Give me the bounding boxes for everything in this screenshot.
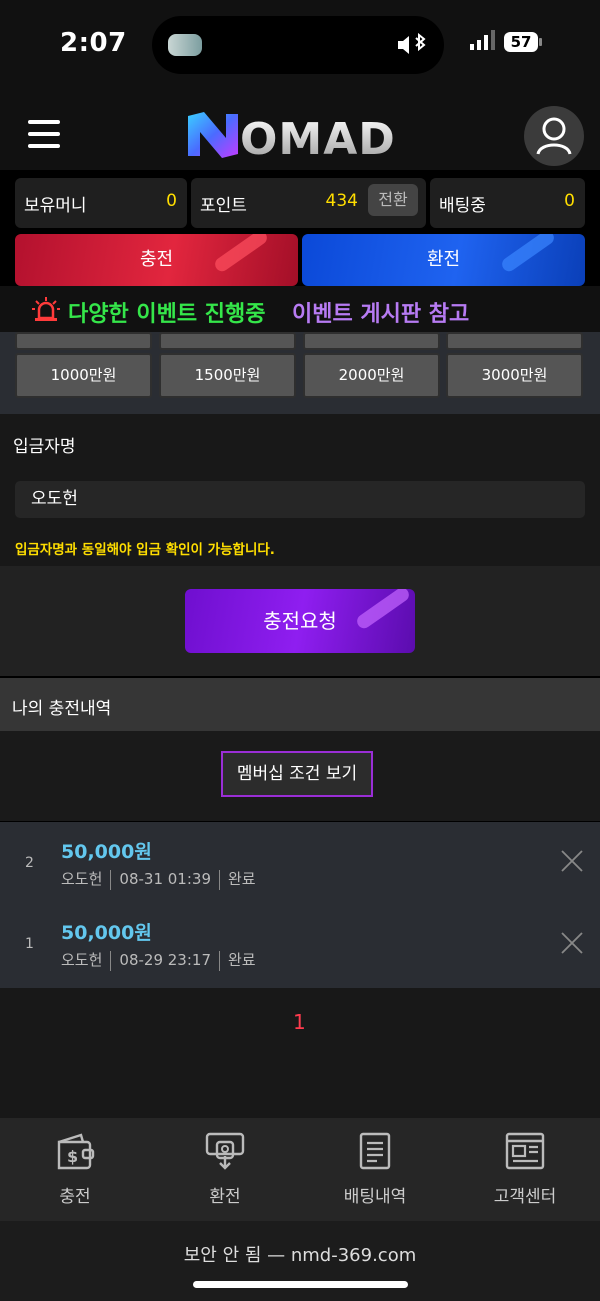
- row-date: 08-31 01:39: [119, 870, 211, 888]
- svg-text:$: $: [67, 1147, 78, 1166]
- deposit-button[interactable]: 충전: [15, 234, 298, 286]
- event-notice: 다양한 이벤트 진행중 이벤트 게시판 참고: [0, 286, 600, 332]
- deposit-request-label: 충전요청: [263, 609, 337, 633]
- browser-url[interactable]: 보안 안 됨 — nmd-369.com: [0, 1241, 600, 1267]
- dynamic-island: [152, 16, 444, 74]
- depositor-warning: 입금자명과 동일해야 입금 확인이 가능합니다.: [15, 542, 275, 558]
- event-board-link[interactable]: 이벤트 게시판 참고: [292, 296, 469, 328]
- amount-button-hidden[interactable]: [446, 332, 583, 350]
- row-number: 1: [25, 936, 34, 952]
- amount-button-hidden[interactable]: [159, 332, 296, 350]
- request-area: 충전요청: [0, 566, 600, 676]
- nav-customer-center[interactable]: 고객센터: [450, 1118, 600, 1221]
- page-current[interactable]: 1: [293, 1010, 306, 1034]
- row-status: 완료: [228, 870, 256, 888]
- bottom-nav: $ 충전 환전 배팅내역 고객센터: [0, 1118, 600, 1221]
- wallet-betting: 배팅중 0: [430, 178, 585, 228]
- money-value: 0: [166, 191, 177, 211]
- site-header: OMAD: [0, 90, 600, 170]
- row-meta: 오도헌 08-29 23:17 완료: [61, 949, 256, 971]
- wallet-dollar-icon: $: [57, 1133, 95, 1170]
- deposit-label: 충전: [139, 249, 174, 270]
- history-row: 2 50,000원 오도헌 08-31 01:39 완료: [0, 822, 600, 905]
- battery-icon: 57: [504, 30, 544, 54]
- amount-section: 1000만원 1500만원 2000만원 3000만원: [0, 332, 600, 414]
- row-name: 오도헌: [61, 870, 103, 888]
- logo-text: OMAD: [240, 114, 396, 160]
- delete-icon[interactable]: [560, 931, 584, 955]
- amount-button-hidden[interactable]: [303, 332, 440, 350]
- history-row: 1 50,000원 오도헌 08-29 23:17 완료: [0, 905, 600, 988]
- nav-deposit[interactable]: $ 충전: [0, 1118, 150, 1221]
- row-amount: 50,000원: [61, 922, 152, 944]
- browser-url-bar[interactable]: 보안 안 됨 — nmd-369.com: [0, 1221, 600, 1301]
- nav-deposit-label: 충전: [59, 1187, 91, 1207]
- nav-betting-history-label: 배팅내역: [343, 1187, 407, 1207]
- money-label: 보유머니: [24, 196, 87, 216]
- cellular-signal-icon: [470, 30, 495, 50]
- status-bar: 2:07 57: [0, 0, 600, 90]
- betting-value: 0: [564, 191, 575, 211]
- document-list-icon: [359, 1132, 391, 1170]
- nav-withdraw-label: 환전: [209, 1187, 241, 1207]
- atm-withdraw-icon: [205, 1132, 245, 1170]
- nav-withdraw[interactable]: 환전: [150, 1118, 300, 1221]
- row-date: 08-29 23:17: [119, 951, 211, 969]
- amount-button-hidden[interactable]: [15, 332, 152, 350]
- amount-button-1000[interactable]: 1000만원: [15, 353, 152, 398]
- row-meta: 오도헌 08-31 01:39 완료: [61, 868, 256, 890]
- row-name: 오도헌: [61, 951, 103, 969]
- withdraw-label: 환전: [426, 249, 461, 270]
- nav-betting-history[interactable]: 배팅내역: [300, 1118, 450, 1221]
- status-time: 2:07: [60, 28, 127, 58]
- amount-button-3000[interactable]: 3000만원: [446, 353, 583, 398]
- user-avatar-icon[interactable]: [524, 106, 584, 166]
- withdraw-button[interactable]: 환전: [302, 234, 585, 286]
- membership-conditions-button[interactable]: 멤버십 조건 보기: [221, 751, 373, 797]
- depositor-section: 입금자명 오도헌 입금자명과 동일해야 입금 확인이 가능합니다.: [0, 414, 600, 566]
- convert-point-button[interactable]: 전환: [368, 184, 418, 216]
- siren-icon: [32, 297, 60, 321]
- menu-icon[interactable]: [28, 120, 60, 148]
- depositor-name-field[interactable]: 오도헌: [15, 481, 585, 518]
- point-label: 포인트: [200, 196, 247, 216]
- history-list: 2 50,000원 오도헌 08-31 01:39 완료 1 50,000원 오도헌…: [0, 822, 600, 988]
- amount-button-1500[interactable]: 1500만원: [159, 353, 296, 398]
- deposit-request-button[interactable]: 충전요청: [185, 589, 415, 653]
- battery-level: 57: [510, 33, 532, 51]
- pagination: 1: [0, 988, 600, 1118]
- wallet-money: 보유머니 0: [15, 178, 187, 228]
- row-status: 완료: [228, 951, 256, 969]
- betting-label: 배팅중: [439, 196, 486, 216]
- speaker-bluetooth-icon: [398, 33, 426, 54]
- event-notice-text: 다양한 이벤트 진행중: [68, 302, 266, 327]
- now-playing-thumbnail: [168, 34, 202, 56]
- amount-button-2000[interactable]: 2000만원: [303, 353, 440, 398]
- depositor-label: 입금자명: [13, 437, 76, 457]
- nav-customer-center-label: 고객센터: [493, 1187, 557, 1207]
- history-title: 나의 충전내역: [12, 699, 112, 719]
- point-value: 434: [325, 191, 358, 211]
- newspaper-icon: [505, 1132, 545, 1170]
- delete-icon[interactable]: [560, 849, 584, 873]
- membership-area: 멤버십 조건 보기: [0, 731, 600, 821]
- row-amount: 50,000원: [61, 841, 152, 863]
- history-header: 나의 충전내역: [0, 678, 600, 731]
- site-logo[interactable]: OMAD: [184, 110, 416, 165]
- row-number: 2: [25, 855, 34, 871]
- home-indicator[interactable]: [193, 1281, 408, 1288]
